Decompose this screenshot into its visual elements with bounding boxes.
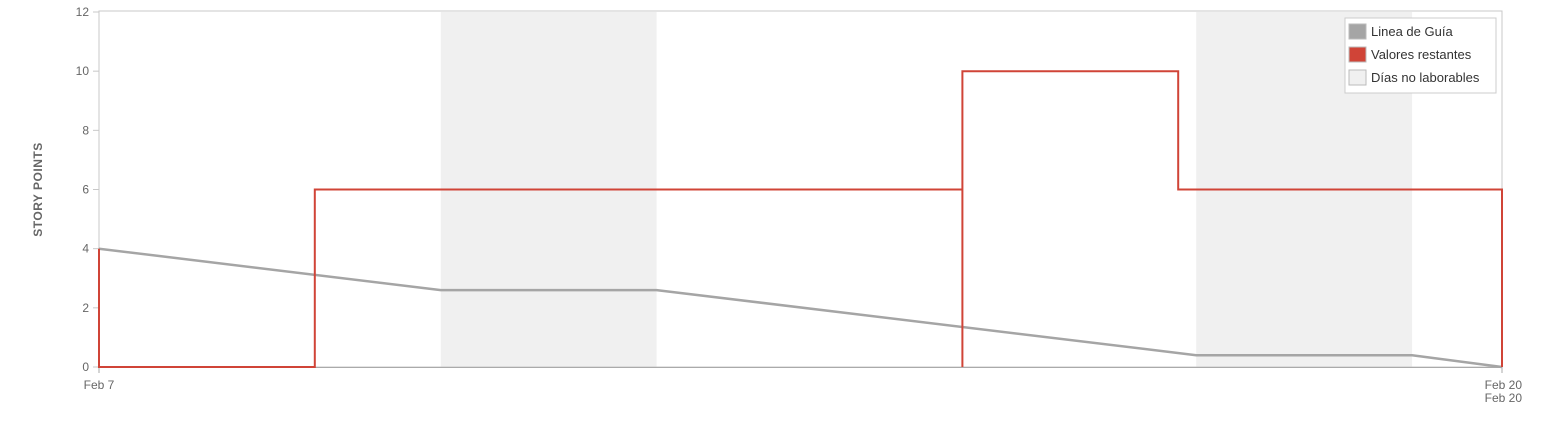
y-tick-label: 8 xyxy=(82,123,89,137)
x-tick-label: Feb 20 xyxy=(1485,378,1523,392)
legend-swatch xyxy=(1348,23,1367,40)
legend-label: Días no laborables xyxy=(1371,70,1480,85)
y-tick-label: 6 xyxy=(82,183,89,197)
x-axis-ticks: Feb 7 Feb 20Feb 20 xyxy=(84,367,1523,405)
y-axis-label: STORY POINTS xyxy=(31,142,45,236)
legend-swatch xyxy=(1348,69,1367,86)
x-tick-label: Feb 7 xyxy=(84,378,115,392)
legend-swatch xyxy=(1348,46,1367,63)
legend-label: Valores restantes xyxy=(1371,47,1472,62)
burndown-chart: 0 2 4 6 8 10 12 Feb 7 Feb 20Feb 20 STORY POINTS… xyxy=(31,5,1523,405)
legend-label: Linea de Guía xyxy=(1371,24,1453,39)
y-axis-ticks: 0 2 4 6 8 10 12 xyxy=(76,5,99,374)
y-tick-label: 4 xyxy=(82,242,89,256)
y-tick-label: 12 xyxy=(76,5,90,19)
y-tick-label: 10 xyxy=(76,64,90,78)
y-tick-label: 2 xyxy=(82,301,89,315)
legend: Linea de Guía Valores restantes Días no la… xyxy=(1344,17,1497,94)
x-tick-label: Feb 20 xyxy=(1485,391,1523,405)
y-tick-label: 0 xyxy=(82,360,89,374)
